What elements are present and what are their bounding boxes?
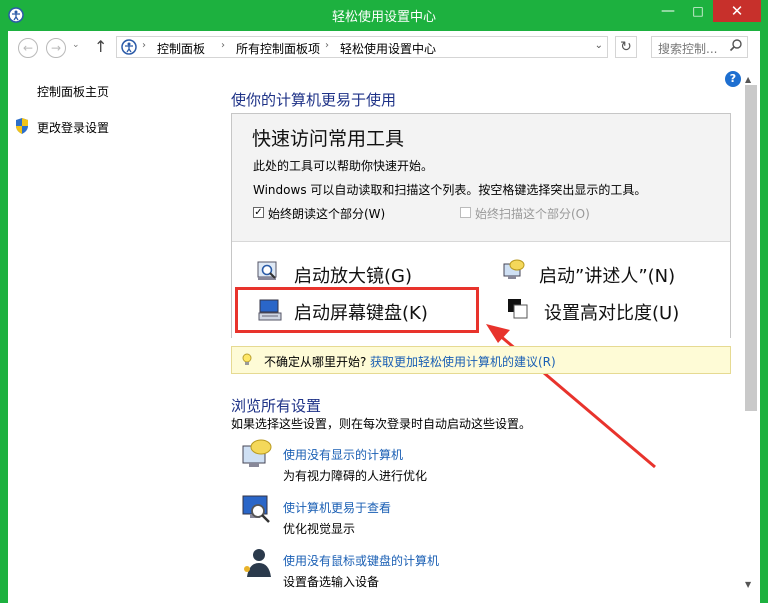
minimize-button[interactable]: — <box>652 0 684 22</box>
chevron-down-icon[interactable]: ⌄ <box>595 40 603 51</box>
search-placeholder: 搜索控制... <box>658 42 718 56</box>
recent-locations-button[interactable]: ⌄ <box>72 40 80 50</box>
lightbulb-icon <box>242 353 252 365</box>
always-read-label[interactable]: 始终朗读这个部分(W) <box>268 205 385 222</box>
item-desc-no-mouse-keyboard: 设置备选输入设备 <box>283 575 380 589</box>
scroll-down-arrow[interactable]: ▼ <box>745 580 751 589</box>
item-link-no-display[interactable]: 使用没有显示的计算机 <box>283 446 403 463</box>
left-pane-login-settings-link[interactable]: 更改登录设置 <box>37 119 109 136</box>
control-panel-icon <box>121 39 137 55</box>
narrator-tool-link[interactable]: 启动”讲述人”(N) <box>539 262 675 288</box>
window-client: ← → ⌄ ↑ › 控制面板 › 所有控制面板项 › 轻松使用设置中心 ⌄ ↻ … <box>8 31 760 603</box>
tip-text: 不确定从哪里开始? <box>264 355 367 369</box>
scroll-up-arrow[interactable]: ▲ <box>745 75 751 84</box>
high-contrast-tool-link[interactable]: 设置高对比度(U) <box>544 299 679 325</box>
left-pane-home-link[interactable]: 控制面板主页 <box>37 83 109 100</box>
item-desc-no-display: 为有视力障碍的人进行优化 <box>283 469 428 483</box>
breadcrumb-all-items[interactable]: 所有控制面板项 <box>236 40 320 57</box>
navigation-bar: ← → ⌄ ↑ › 控制面板 › 所有控制面板项 › 轻松使用设置中心 ⌄ ↻ … <box>8 31 760 67</box>
page-heading: 使你的计算机更易于使用 <box>231 91 397 109</box>
always-scan-checkbox[interactable] <box>460 207 471 218</box>
browse-description: 如果选择这些设置，则在每次登录时自动启动这些设置。 <box>231 417 532 431</box>
breadcrumb-separator[interactable]: › <box>221 40 225 51</box>
narrator-icon <box>503 259 525 279</box>
uac-shield-icon <box>16 118 28 134</box>
magnifier-icon <box>257 261 277 280</box>
up-button[interactable]: ↑ <box>94 37 107 56</box>
item-link-easier-to-see[interactable]: 使计算机更易于查看 <box>283 499 391 516</box>
tip-bar: 不确定从哪里开始? 获取更加轻松使用计算机的建议(R) <box>231 346 731 374</box>
breadcrumb-separator[interactable]: › <box>325 40 329 51</box>
always-read-checkbox[interactable]: ✓ <box>253 207 264 218</box>
search-input[interactable]: 搜索控制... <box>651 36 748 58</box>
always-scan-label[interactable]: 始终扫描这个部分(O) <box>475 205 590 222</box>
close-button[interactable]: ✕ <box>713 0 761 22</box>
search-icon <box>729 39 742 52</box>
scrollbar-thumb[interactable] <box>745 85 757 411</box>
monitor-magnifier-icon <box>242 495 270 523</box>
annotation-highlight-box <box>235 287 479 333</box>
forward-button[interactable]: → <box>46 38 66 58</box>
browse-heading: 浏览所有设置 <box>231 397 322 415</box>
breadcrumb-separator[interactable]: › <box>142 40 146 51</box>
refresh-button[interactable]: ↻ <box>615 36 637 58</box>
tip-link[interactable]: 获取更加轻松使用计算机的建议(R) <box>370 353 556 370</box>
item-desc-easier-to-see: 优化视觉显示 <box>283 522 356 536</box>
quick-access-description-2: Windows 可以自动读取和扫描这个列表。按空格键选择突出显示的工具。 <box>253 183 647 197</box>
maximize-button[interactable]: □ <box>684 0 712 22</box>
quick-access-title: 快速访问常用工具 <box>252 128 405 150</box>
narrator-speech-icon <box>242 439 272 467</box>
magnifier-tool-link[interactable]: 启动放大镜(G) <box>294 262 412 288</box>
quick-access-description: 此处的工具可以帮助你快速开始。 <box>253 159 434 173</box>
high-contrast-icon <box>508 299 528 319</box>
person-input-icon <box>244 549 271 577</box>
help-icon[interactable]: ? <box>725 71 741 87</box>
item-link-no-mouse-keyboard[interactable]: 使用没有鼠标或键盘的计算机 <box>283 552 439 569</box>
back-button[interactable]: ← <box>18 38 38 58</box>
breadcrumb-ease-of-access[interactable]: 轻松使用设置中心 <box>340 40 436 57</box>
address-bar[interactable]: › 控制面板 › 所有控制面板项 › 轻松使用设置中心 ⌄ <box>116 36 608 58</box>
title-bar: 轻松使用设置中心 — □ ✕ <box>0 0 768 30</box>
breadcrumb-control-panel[interactable]: 控制面板 <box>157 40 205 57</box>
